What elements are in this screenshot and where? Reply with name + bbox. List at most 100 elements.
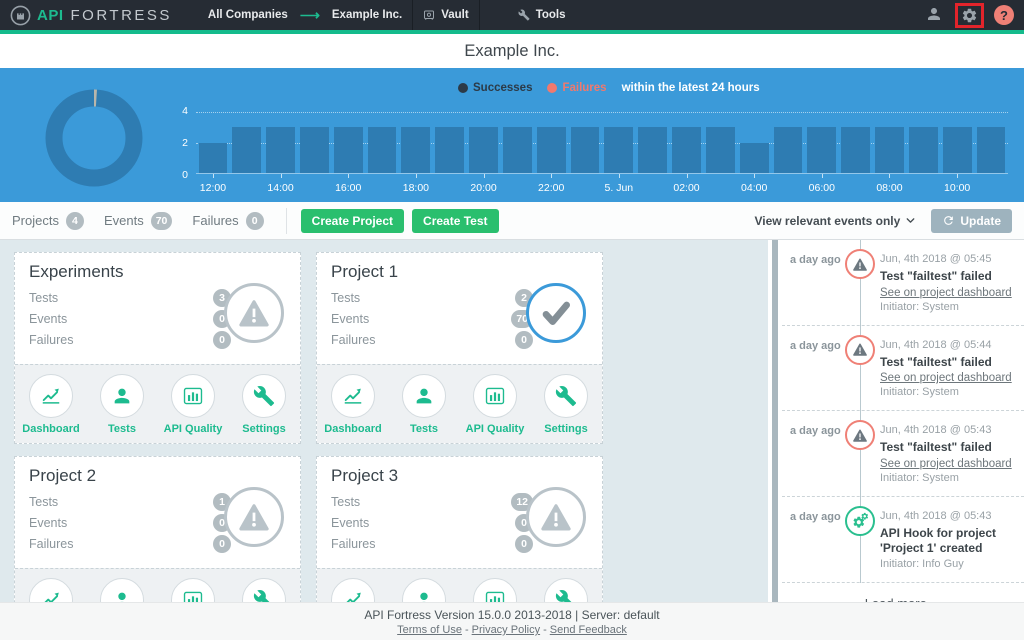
failures-stat: Failures 0 xyxy=(192,212,263,230)
create-project-button[interactable]: Create Project xyxy=(301,209,404,233)
apifortress-logo[interactable]: APIFORTRESS xyxy=(10,5,172,26)
success-failure-bar-chart: 12:0014:0016:0018:0020:0022:005. Jun02:0… xyxy=(196,112,1008,174)
update-button[interactable]: Update xyxy=(931,209,1012,233)
tests-button[interactable]: Tests xyxy=(91,374,153,435)
bar-column xyxy=(839,112,873,173)
footer-links: Terms of Use-Privacy Policy-Send Feedbac… xyxy=(0,624,1024,636)
project-card-header[interactable]: Project 2 Tests1 Events0 Failures0 xyxy=(15,457,300,568)
x-axis-tick xyxy=(416,174,417,178)
projects-stat: Projects 4 xyxy=(12,212,84,230)
bar-02:00 xyxy=(672,127,701,173)
nav-vault[interactable]: Vault xyxy=(412,0,479,30)
x-axis-label: 22:00 xyxy=(538,182,564,194)
settings-button[interactable]: Settings xyxy=(233,374,295,435)
tests-button[interactable]: Tests xyxy=(91,578,153,602)
event-item[interactable]: a day ago Jun, 4th 2018 @ 05:43 API Hook… xyxy=(782,497,1024,583)
gears-event-icon xyxy=(845,506,875,536)
bar-column: 06:00 xyxy=(805,112,839,173)
x-axis-tick xyxy=(957,174,958,178)
event-initiator: Initiator: System xyxy=(880,386,1018,398)
bar-column: 14:00 xyxy=(264,112,298,173)
settings-button[interactable]: Settings xyxy=(535,374,597,435)
wrench-icon xyxy=(253,385,275,407)
load-more-button[interactable]: Load more ... xyxy=(782,583,1024,602)
user-icon[interactable] xyxy=(925,5,945,25)
bar-chart-icon xyxy=(484,589,506,602)
project-title: Experiments xyxy=(29,262,286,282)
wrench-icon xyxy=(518,9,530,21)
event-dashboard-link[interactable]: See on project dashboard xyxy=(880,458,1018,470)
event-item[interactable]: a day ago Jun, 4th 2018 @ 05:45 Test "fa… xyxy=(782,240,1024,326)
nav-current-company[interactable]: Example Inc. xyxy=(322,0,412,30)
bar-18:00 xyxy=(401,127,430,173)
legend-successes-label: Successes xyxy=(473,82,532,94)
x-axis-label: 04:00 xyxy=(741,182,767,194)
project-card-header[interactable]: Project 1 Tests2 Events70 Failures0 xyxy=(317,253,602,364)
bar-column: 5. Jun xyxy=(602,112,636,173)
dashboard-button[interactable]: Dashboard xyxy=(322,578,384,602)
bar-13:00 xyxy=(232,127,261,173)
logo-text-fortress: FORTRESS xyxy=(71,7,172,24)
dashboard-button[interactable]: Dashboard xyxy=(322,374,384,435)
project-title: Project 1 xyxy=(331,262,588,282)
event-date: Jun, 4th 2018 @ 05:43 xyxy=(880,510,1018,522)
settings-button[interactable]: Settings xyxy=(233,578,295,602)
terms-of-use-link[interactable]: Terms of Use xyxy=(397,624,462,636)
toolbar-divider xyxy=(286,208,287,234)
event-initiator: Initiator: System xyxy=(880,472,1018,484)
wrench-icon xyxy=(253,589,275,602)
y-axis-label: 0 xyxy=(182,169,188,181)
project-card-project-1: Project 1 Tests2 Events70 Failures0 Dash… xyxy=(316,252,603,444)
x-axis-tick xyxy=(484,174,485,178)
line-chart-icon xyxy=(40,589,62,602)
tests-label: Tests xyxy=(331,495,360,509)
nav-tools[interactable]: Tools xyxy=(508,0,576,30)
settings-button[interactable]: Settings xyxy=(535,578,597,602)
api-quality-button[interactable]: API Quality xyxy=(162,374,224,435)
dashboard-button[interactable]: Dashboard xyxy=(20,374,82,435)
event-item[interactable]: a day ago Jun, 4th 2018 @ 05:43 Test "fa… xyxy=(782,411,1024,497)
event-dashboard-link[interactable]: See on project dashboard xyxy=(880,372,1018,384)
tests-button[interactable]: Tests xyxy=(393,578,455,602)
tests-button[interactable]: Tests xyxy=(393,374,455,435)
project-actions: Dashboard Tests API Quality Settings xyxy=(317,568,602,602)
bar-column xyxy=(230,112,264,173)
project-card-header[interactable]: Experiments Tests3 Events0 Failures0 xyxy=(15,253,300,364)
legend-failures: Failures xyxy=(547,82,606,94)
create-test-button[interactable]: Create Test xyxy=(412,209,498,233)
x-axis-tick xyxy=(889,174,890,178)
event-dashboard-link[interactable]: See on project dashboard xyxy=(880,287,1018,299)
y-axis-label: 4 xyxy=(182,105,188,117)
api-quality-button[interactable]: API Quality xyxy=(464,374,526,435)
tests-label: Tests xyxy=(29,291,58,305)
bar-05:00 xyxy=(774,127,803,173)
project-card-project-3: Project 3 Tests12 Events0 Failures0 Dash… xyxy=(316,456,603,602)
bar-column xyxy=(771,112,805,173)
arrow-right-icon: ⟶ xyxy=(298,7,322,24)
nav-all-companies[interactable]: All Companies xyxy=(198,0,298,30)
send-feedback-link[interactable]: Send Feedback xyxy=(550,624,627,636)
event-item[interactable]: a day ago Jun, 4th 2018 @ 05:44 Test "fa… xyxy=(782,326,1024,412)
failures-count-badge: 0 xyxy=(515,535,533,553)
gear-icon[interactable] xyxy=(961,7,978,24)
help-button[interactable]: ? xyxy=(994,5,1014,25)
events-filter-dropdown[interactable]: View relevant events only xyxy=(754,214,917,228)
project-card-header[interactable]: Project 3 Tests12 Events0 Failures0 xyxy=(317,457,602,568)
privacy-policy-link[interactable]: Privacy Policy xyxy=(472,624,540,636)
project-title: Project 3 xyxy=(331,466,588,486)
tools-label: Tools xyxy=(536,9,566,21)
api-quality-button[interactable]: API Quality xyxy=(464,578,526,602)
failures-label: Failures xyxy=(29,333,73,347)
bar-01:00 xyxy=(638,127,667,173)
donut-successes-arc xyxy=(54,98,134,178)
wrench-icon xyxy=(555,589,577,602)
api-quality-button[interactable]: API Quality xyxy=(162,578,224,602)
event-title: Test "failtest" failed xyxy=(880,440,1018,456)
line-chart-icon xyxy=(342,589,364,602)
project-status-success-icon xyxy=(526,283,586,343)
event-initiator: Initiator: Info Guy xyxy=(880,558,1018,570)
events-count-badge: 70 xyxy=(151,212,173,230)
dashboard-button[interactable]: Dashboard xyxy=(20,578,82,602)
bar-column: 12:00 xyxy=(196,112,230,173)
legend-successes: Successes xyxy=(458,82,532,94)
